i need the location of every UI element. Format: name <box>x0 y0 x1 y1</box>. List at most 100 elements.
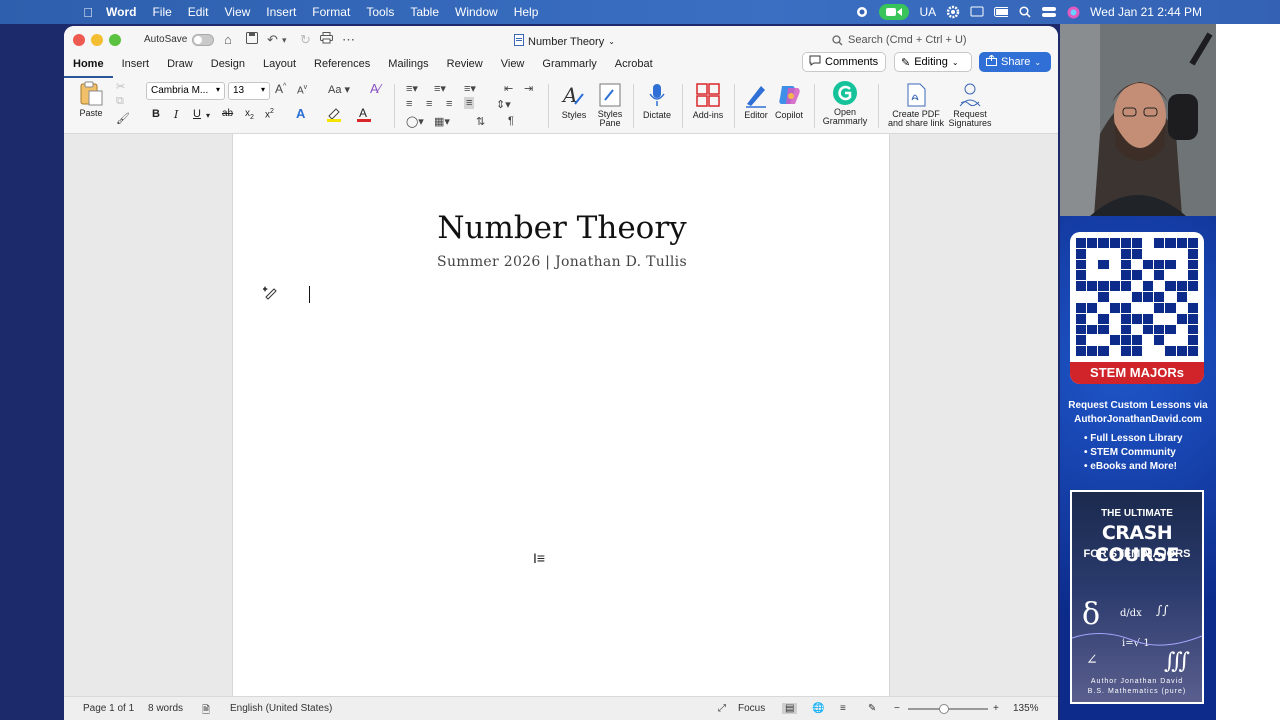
highlight-icon[interactable] <box>326 106 346 125</box>
autosave-toggle[interactable] <box>192 34 214 46</box>
editing-mode-button[interactable]: ✎ Editing ⌄ <box>894 52 972 72</box>
open-grammarly-button[interactable]: Open Grammarly <box>820 80 870 126</box>
show-formatting-icon[interactable]: ¶ <box>508 115 514 127</box>
control-center-icon[interactable] <box>1042 5 1057 19</box>
share-button[interactable]: Share ⌄ <box>979 52 1051 72</box>
menu-table[interactable]: Table <box>402 5 447 19</box>
styles-pane-button[interactable]: Styles Pane <box>594 82 626 128</box>
document-subtitle[interactable]: Summer 2026 | Jonathan D. Tullis <box>233 254 891 270</box>
paste-button[interactable]: Paste <box>74 80 108 118</box>
increase-font-size-icon[interactable]: A^ <box>275 82 286 96</box>
print-layout-icon[interactable]: ▤ <box>782 703 798 714</box>
minimize-window-button[interactable] <box>91 34 103 46</box>
page-count[interactable]: Page 1 of 1 <box>83 703 134 714</box>
line-spacing-icon[interactable]: ⇕▾ <box>496 98 511 111</box>
tab-references[interactable]: References <box>305 54 379 78</box>
document-page[interactable]: Number Theory Summer 2026 | Jonathan D. … <box>232 134 890 696</box>
menu-window[interactable]: Window <box>447 5 506 19</box>
focus-icon[interactable]: ⤢ <box>718 703 726 714</box>
dictate-button[interactable]: Dictate <box>640 82 674 120</box>
decrease-font-size-icon[interactable]: Av <box>297 84 307 96</box>
home-icon[interactable]: ⌂ <box>224 32 232 47</box>
redo-icon[interactable]: ↻ <box>300 32 311 48</box>
superscript-button[interactable]: x2 <box>265 108 274 120</box>
text-effects-icon[interactable]: A <box>296 106 305 121</box>
menu-insert[interactable]: Insert <box>258 5 304 19</box>
align-right-icon[interactable]: ≡ <box>446 98 452 110</box>
zoom-out-button[interactable]: − <box>894 703 900 714</box>
proofing-icon[interactable]: 🗎 <box>202 703 210 720</box>
tab-design[interactable]: Design <box>202 54 254 78</box>
search-box[interactable]: Search (Cmd + Ctrl + U) <box>832 34 967 46</box>
save-icon[interactable] <box>246 32 258 47</box>
menu-app-name[interactable]: Word <box>98 5 144 19</box>
multilevel-list-icon[interactable]: ≡▾ <box>464 82 476 95</box>
font-color-icon[interactable]: A <box>356 106 372 125</box>
menu-help[interactable]: Help <box>506 5 547 19</box>
styles-button[interactable]: A Styles <box>558 82 590 120</box>
close-window-button[interactable] <box>73 34 85 46</box>
tab-acrobat[interactable]: Acrobat <box>606 54 662 78</box>
record-icon[interactable] <box>855 5 869 19</box>
book-cover[interactable]: THE ULTIMATE CRASH COURSE FOR STEM MAJOR… <box>1070 490 1204 704</box>
tab-review[interactable]: Review <box>438 54 492 78</box>
word-count[interactable]: 8 words <box>148 703 183 714</box>
justify-icon[interactable]: ≡ <box>464 97 475 109</box>
align-center-icon[interactable]: ≡ <box>426 98 432 110</box>
tab-draw[interactable]: Draw <box>158 54 202 78</box>
strikethrough-button[interactable]: ab <box>222 108 233 119</box>
zoom-in-button[interactable]: + <box>993 703 999 714</box>
font-size-select[interactable]: 13 ▾ <box>228 82 270 100</box>
battery-icon[interactable] <box>994 5 1009 19</box>
tab-view[interactable]: View <box>492 54 534 78</box>
document-title-menu[interactable]: Number Theory ⌄ <box>514 34 615 49</box>
italic-button[interactable]: I <box>174 108 178 121</box>
copy-icon[interactable]: ⧉ <box>116 95 124 108</box>
apple-menu-icon[interactable]:  <box>78 5 98 20</box>
language-status[interactable]: English (United States) <box>230 703 332 714</box>
outline-view-icon[interactable]: ≡ <box>840 703 846 714</box>
siri-icon[interactable] <box>1066 5 1080 19</box>
bold-button[interactable]: B <box>152 108 160 120</box>
underline-dropdown-icon[interactable]: ▾ <box>206 111 210 120</box>
menu-format[interactable]: Format <box>304 5 358 19</box>
menu-view[interactable]: View <box>216 5 258 19</box>
create-pdf-button[interactable]: Create PDF and share link <box>886 82 946 128</box>
gear-icon[interactable] <box>946 5 960 19</box>
increase-indent-icon[interactable]: ⇥ <box>524 82 533 95</box>
zoom-level[interactable]: 135% <box>1013 703 1039 714</box>
display-icon[interactable] <box>970 5 984 19</box>
change-case-icon[interactable]: Aa ▾ <box>328 83 350 96</box>
undo-icon[interactable]: ↶ <box>267 32 278 48</box>
tab-mailings[interactable]: Mailings <box>379 54 437 78</box>
bullets-icon[interactable]: ≡▾ <box>406 82 418 95</box>
add-ins-button[interactable]: Add-ins <box>690 82 726 120</box>
document-heading[interactable]: Number Theory <box>233 210 891 246</box>
tab-grammarly[interactable]: Grammarly <box>533 54 605 78</box>
print-icon[interactable] <box>320 32 333 47</box>
input-source-label[interactable]: UA <box>919 5 936 19</box>
font-name-select[interactable]: Cambria M... ▾ <box>146 82 225 100</box>
document-canvas[interactable]: Number Theory Summer 2026 | Jonathan D. … <box>64 134 1058 696</box>
sort-icon[interactable]: ⇅ <box>476 115 485 128</box>
menu-file[interactable]: File <box>144 5 179 19</box>
request-signatures-button[interactable]: Request Signatures <box>946 82 994 128</box>
shading-icon[interactable]: ◯▾ <box>406 115 424 128</box>
align-left-icon[interactable]: ≡ <box>406 98 412 110</box>
clear-formatting-icon[interactable]: A∕ <box>370 81 381 96</box>
numbering-icon[interactable]: ≡▾ <box>434 82 446 95</box>
menu-tools[interactable]: Tools <box>358 5 402 19</box>
borders-icon[interactable]: ▦▾ <box>434 115 450 128</box>
facetime-icon[interactable] <box>879 4 910 20</box>
editor-button[interactable]: Editor <box>740 82 772 120</box>
tab-insert[interactable]: Insert <box>113 54 159 78</box>
web-layout-icon[interactable]: 🌐 <box>812 703 824 714</box>
focus-label[interactable]: Focus <box>738 703 765 714</box>
zoom-slider-knob[interactable] <box>939 704 949 714</box>
more-options-icon[interactable]: ⋯ <box>342 32 355 48</box>
tab-home[interactable]: Home <box>64 54 113 78</box>
menu-edit[interactable]: Edit <box>180 5 217 19</box>
decrease-indent-icon[interactable]: ⇤ <box>504 82 513 95</box>
menubar-clock[interactable]: Wed Jan 21 2:44 PM <box>1090 5 1202 19</box>
cut-icon[interactable]: ✂ <box>116 80 125 93</box>
